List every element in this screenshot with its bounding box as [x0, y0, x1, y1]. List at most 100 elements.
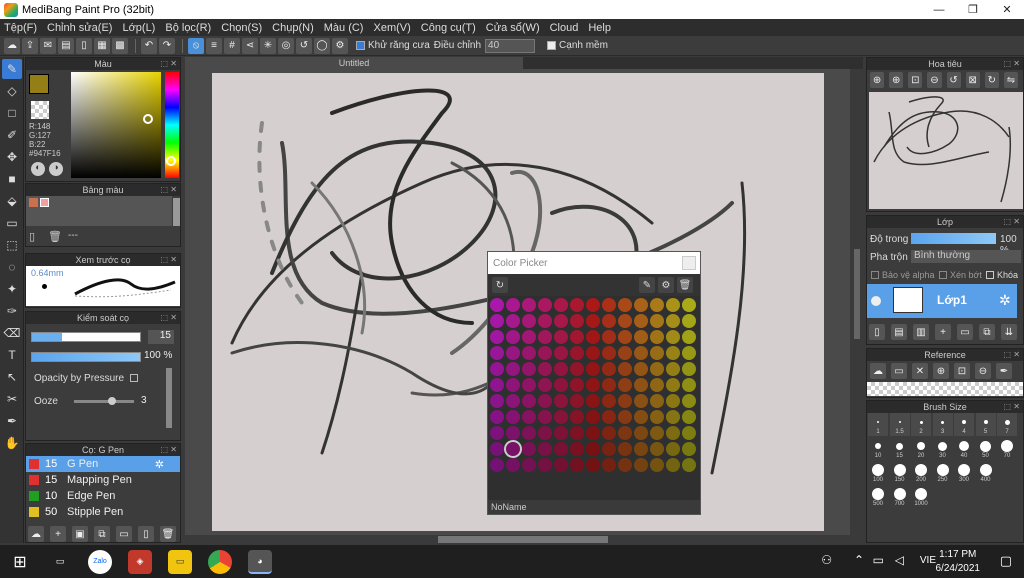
- color-swatch[interactable]: [682, 362, 696, 376]
- color-swatch[interactable]: [554, 410, 568, 424]
- color-swatch[interactable]: [570, 442, 584, 456]
- task-view-icon[interactable]: ▭: [48, 550, 72, 574]
- color-swatch[interactable]: [506, 330, 520, 344]
- maximize-button[interactable]: ❐: [956, 0, 990, 19]
- color-swatch[interactable]: [666, 426, 680, 440]
- color-swatch[interactable]: [682, 298, 696, 312]
- brush-size-cell[interactable]: 300: [954, 461, 974, 484]
- color-swatch[interactable]: [634, 298, 648, 312]
- color-swatch[interactable]: [650, 394, 664, 408]
- color-swatch[interactable]: [538, 378, 552, 392]
- snap-circle-icon[interactable]: ◎: [278, 37, 294, 54]
- brush-size-cell[interactable]: 20: [911, 437, 931, 460]
- color-swatch[interactable]: [666, 410, 680, 424]
- color-swatch[interactable]: [586, 426, 600, 440]
- snap-grid-icon[interactable]: #: [224, 37, 240, 54]
- color-swatch[interactable]: [506, 378, 520, 392]
- brush-size-cell[interactable]: 150: [889, 461, 910, 484]
- hand-tool-icon[interactable]: ✋: [2, 433, 22, 453]
- brush-size-cell[interactable]: 500: [868, 485, 888, 508]
- menu-snap[interactable]: Chụp(N): [272, 22, 314, 34]
- flip-icon[interactable]: ⇋: [1003, 72, 1018, 88]
- snap-perspective-icon[interactable]: ⋖: [242, 37, 258, 54]
- soft-edge-checkbox[interactable]: [547, 41, 557, 50]
- tray-arrow-icon[interactable]: ⌃: [854, 553, 864, 567]
- color-swatch[interactable]: [618, 458, 632, 472]
- color-swatch[interactable]: [634, 330, 648, 344]
- blend-dropdown[interactable]: Bình thường: [911, 250, 1021, 263]
- color-swatch[interactable]: [650, 314, 664, 328]
- zalo-app-icon[interactable]: Zalo: [88, 549, 112, 574]
- color-swatch[interactable]: [650, 298, 664, 312]
- color-swatch[interactable]: [490, 442, 504, 456]
- color-swatch[interactable]: [506, 426, 520, 440]
- menu-view[interactable]: Xem(V): [373, 22, 410, 34]
- palette-swatch-1[interactable]: [29, 198, 38, 207]
- fit-icon[interactable]: ⊡: [908, 72, 923, 88]
- color-swatch[interactable]: [586, 394, 600, 408]
- color-swatch[interactable]: [538, 394, 552, 408]
- brush-size-cell[interactable]: 2: [911, 413, 931, 436]
- color-swatch[interactable]: [602, 346, 616, 360]
- select-tool-icon[interactable]: ⬚: [2, 235, 22, 255]
- language-indicator[interactable]: VIE: [920, 555, 936, 566]
- color-swatch[interactable]: [618, 426, 632, 440]
- brush-size-cell[interactable]: 1.5: [889, 413, 910, 436]
- move-tool-icon[interactable]: ✥: [2, 147, 22, 167]
- rotate-left-icon[interactable]: ↺: [946, 72, 961, 88]
- menu-select[interactable]: Chọn(S): [221, 22, 262, 34]
- color-swatch[interactable]: [634, 394, 648, 408]
- palette-scrollbar[interactable]: [173, 198, 180, 226]
- color-swatch[interactable]: [666, 346, 680, 360]
- color-swatch[interactable]: [586, 442, 600, 456]
- cloud-brush-icon[interactable]: ☁: [28, 526, 44, 542]
- color-swatch[interactable]: [522, 346, 536, 360]
- brush-item-g-pen[interactable]: 15 G Pen ✲: [26, 456, 180, 472]
- navigator-preview[interactable]: [869, 92, 1023, 209]
- brush-size-cell[interactable]: 200: [911, 461, 931, 484]
- color-swatch[interactable]: [602, 378, 616, 392]
- color-swatch[interactable]: [602, 314, 616, 328]
- color-swatch[interactable]: [650, 346, 664, 360]
- color-swatch[interactable]: [586, 378, 600, 392]
- snap-parallel-icon[interactable]: ≡: [206, 37, 222, 54]
- ref-close-icon[interactable]: ✕: [912, 363, 928, 379]
- color-swatch[interactable]: [586, 410, 600, 424]
- color-swatch[interactable]: [522, 394, 536, 408]
- color-swatch[interactable]: [570, 298, 584, 312]
- color-swatch[interactable]: [682, 410, 696, 424]
- sv-cursor[interactable]: [143, 114, 153, 124]
- color-swatch[interactable]: [506, 458, 520, 472]
- color-swatch[interactable]: [522, 378, 536, 392]
- color-wheel-icon[interactable]: ◐: [31, 162, 45, 176]
- color-swatch[interactable]: [522, 442, 536, 456]
- color-swatch[interactable]: [490, 458, 504, 472]
- color-swatch[interactable]: [490, 410, 504, 424]
- color-swatch[interactable]: [570, 330, 584, 344]
- color-swatch[interactable]: [490, 362, 504, 376]
- copy-brush-icon[interactable]: ⧉: [94, 526, 110, 542]
- close-button[interactable]: ✕: [990, 0, 1024, 19]
- color-swatch[interactable]: [538, 314, 552, 328]
- vertical-scrollbar[interactable]: [852, 69, 862, 535]
- lasso-tool-icon[interactable]: ◌: [2, 257, 22, 277]
- color-swatch[interactable]: [634, 442, 648, 456]
- palette-more[interactable]: ---: [68, 230, 78, 241]
- color-swatch[interactable]: [522, 410, 536, 424]
- color-swatch[interactable]: [602, 330, 616, 344]
- brush-size-cell[interactable]: 700: [889, 485, 910, 508]
- adjust-dropdown[interactable]: 40: [485, 38, 536, 53]
- color-swatch[interactable]: [602, 442, 616, 456]
- message-icon[interactable]: ▤: [58, 37, 74, 54]
- color-swatch[interactable]: [506, 298, 520, 312]
- brush-size-cell[interactable]: 250: [932, 461, 953, 484]
- color-swatch[interactable]: [554, 442, 568, 456]
- color-swatch[interactable]: [586, 458, 600, 472]
- color-swatch[interactable]: [538, 426, 552, 440]
- brush-size-cell[interactable]: 4: [954, 413, 974, 436]
- ref-zoom-out-icon[interactable]: ⊖: [975, 363, 991, 379]
- color-swatch[interactable]: [522, 458, 536, 472]
- color-swatch[interactable]: [538, 410, 552, 424]
- gradient-tool-icon[interactable]: ▭: [2, 213, 22, 233]
- color-swatch[interactable]: [666, 362, 680, 376]
